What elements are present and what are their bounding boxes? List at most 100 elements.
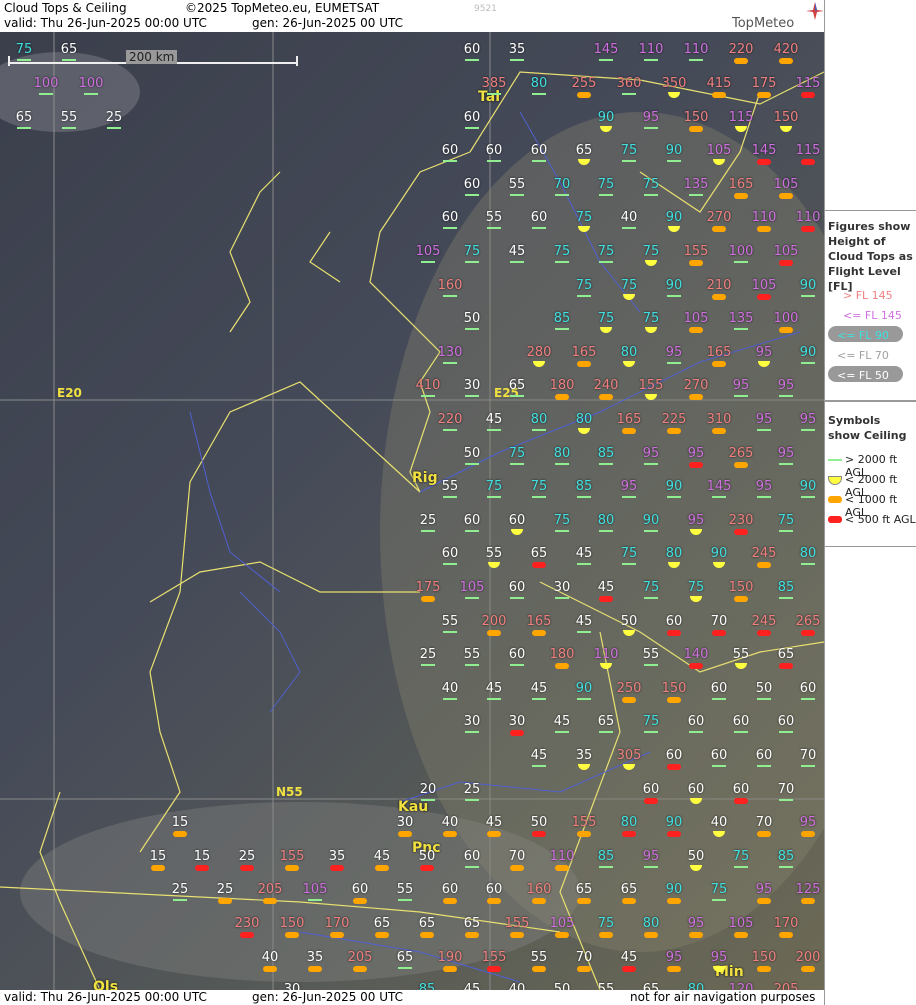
cloud-top-value: 265	[795, 614, 821, 629]
ceiling-symbol-icon	[734, 462, 748, 468]
ceiling-symbol-icon	[555, 731, 569, 733]
ceiling-symbol-icon	[757, 698, 771, 700]
ceiling-symbol-icon	[577, 92, 591, 98]
cloud-top-value: 105	[706, 143, 732, 158]
cloud-top-value: 115	[728, 110, 754, 125]
cloud-top-value: 175	[415, 580, 441, 595]
ceiling-symbol-icon	[353, 898, 367, 904]
cloud-top-value: 65	[418, 916, 436, 931]
cloud-top-value: 30	[463, 378, 481, 393]
ceiling-symbol-icon	[465, 59, 479, 61]
cloud-top-value: 65	[642, 982, 660, 990]
ceiling-symbol-icon	[353, 966, 367, 972]
ceiling-symbol-icon	[622, 697, 636, 703]
ceiling-symbol-icon	[532, 630, 546, 636]
ceiling-symbol-icon	[555, 194, 569, 196]
cloud-top-value: 85	[418, 982, 436, 990]
cloud-top-value: 220	[728, 42, 754, 57]
ceiling-symbol-icon	[285, 932, 299, 938]
cloud-top-value: 100	[33, 76, 59, 91]
ceiling-symbol-icon	[779, 530, 793, 532]
copyright: ©2025 TopMeteo.eu, EUMETSAT	[185, 1, 380, 15]
cloud-top-value: 45	[485, 815, 503, 830]
city-kaunas: Kau	[398, 799, 429, 815]
ceiling-symbol-icon	[420, 865, 434, 871]
scale-label: 200 km	[126, 50, 178, 64]
ceiling-symbol-icon	[599, 596, 613, 602]
ceiling-legend-symbol-icon	[828, 496, 842, 503]
ceiling-symbol-icon	[779, 395, 793, 397]
ceiling-symbol-icon	[421, 395, 435, 397]
cloud-top-value: 85	[777, 580, 795, 595]
ceiling-symbol-icon	[532, 227, 546, 229]
ceiling-symbol-icon	[757, 562, 771, 568]
cloud-top-value: 60	[799, 681, 817, 696]
cloud-top-value: 60	[508, 580, 526, 595]
ceiling-symbol-icon	[555, 663, 569, 669]
ceiling-symbol-icon	[555, 261, 569, 263]
cloud-top-value: 60	[508, 513, 526, 528]
cloud-top-value: 95	[687, 513, 705, 528]
cloud-top-value: 160	[437, 278, 463, 293]
cloud-top-value: 70	[799, 748, 817, 763]
cloud-top-value: 95	[755, 882, 773, 897]
cloud-top-value: 95	[732, 378, 750, 393]
cloud-top-value: 90	[799, 345, 817, 360]
ceiling-symbol-icon	[151, 865, 165, 871]
ceiling-symbol-icon	[577, 898, 591, 904]
ceiling-symbol-icon	[487, 429, 501, 431]
ceiling-symbol-icon	[689, 59, 703, 61]
cloud-top-value: 75	[597, 244, 615, 259]
ceiling-symbol-icon	[17, 59, 31, 61]
cloud-top-value: 60	[485, 143, 503, 158]
cloud-top-value: 75	[485, 479, 503, 494]
map-area[interactable]: 200 km E20 E25 N55 Tal Rig Kau Pnc Min O…	[0, 32, 824, 990]
ceiling-symbol-icon	[712, 226, 726, 232]
ceiling-symbol-icon	[667, 630, 681, 636]
cloud-top-value: 90	[665, 143, 683, 158]
ceiling-symbol-icon	[734, 731, 748, 733]
cloud-top-value: 60	[665, 614, 683, 629]
cloud-top-value: 65	[463, 916, 481, 931]
cloud-top-value: 75	[463, 244, 481, 259]
ceiling-symbol-icon	[443, 966, 457, 972]
cloud-top-value: 95	[755, 345, 773, 360]
cloud-top-value: 40	[261, 950, 279, 965]
ceiling-symbol-icon	[801, 966, 815, 972]
ceiling-symbol-icon	[667, 362, 681, 364]
cloud-top-value: 40	[441, 681, 459, 696]
ceiling-symbol-icon	[757, 831, 771, 837]
ceiling-symbol-icon	[487, 496, 501, 498]
cloud-top-value: 245	[751, 546, 777, 561]
ceiling-symbol-icon	[622, 496, 636, 498]
ceiling-symbol-icon	[644, 530, 658, 532]
cloud-top-value: 95	[799, 815, 817, 830]
cloud-top-value: 75	[732, 849, 750, 864]
ceiling-symbol-icon	[734, 932, 748, 938]
cloud-top-value: 75	[710, 882, 728, 897]
cloud-top-value: 75	[597, 177, 615, 192]
scale-bar: 200 km	[8, 50, 298, 70]
cloud-top-value: 205	[347, 950, 373, 965]
ceiling-symbol-icon	[465, 127, 479, 129]
ceiling-symbol-icon	[689, 126, 703, 132]
ceiling-symbol-icon	[398, 967, 412, 969]
cloud-top-value: 85	[597, 446, 615, 461]
ceiling-symbol-icon	[801, 765, 815, 767]
ceiling-symbol-icon	[622, 898, 636, 904]
cloud-top-value: 80	[553, 446, 571, 461]
ceiling-symbol-icon	[421, 664, 435, 666]
cloud-top-value: 60	[351, 882, 369, 897]
cloud-top-value: 60	[485, 882, 503, 897]
ceiling-symbol-icon	[644, 932, 658, 938]
cloud-top-value: 55	[485, 210, 503, 225]
ceiling-symbol-icon	[555, 328, 569, 330]
cloud-top-value: 60	[710, 681, 728, 696]
cloud-top-value: 95	[799, 412, 817, 427]
ceiling-symbol-icon	[398, 831, 412, 837]
ceiling-symbol-icon	[712, 765, 726, 767]
cloud-top-value: 75	[642, 311, 660, 326]
cloud-top-value: 305	[616, 748, 642, 763]
cloud-top-value: 100	[78, 76, 104, 91]
cloud-top-value: 100	[773, 311, 799, 326]
